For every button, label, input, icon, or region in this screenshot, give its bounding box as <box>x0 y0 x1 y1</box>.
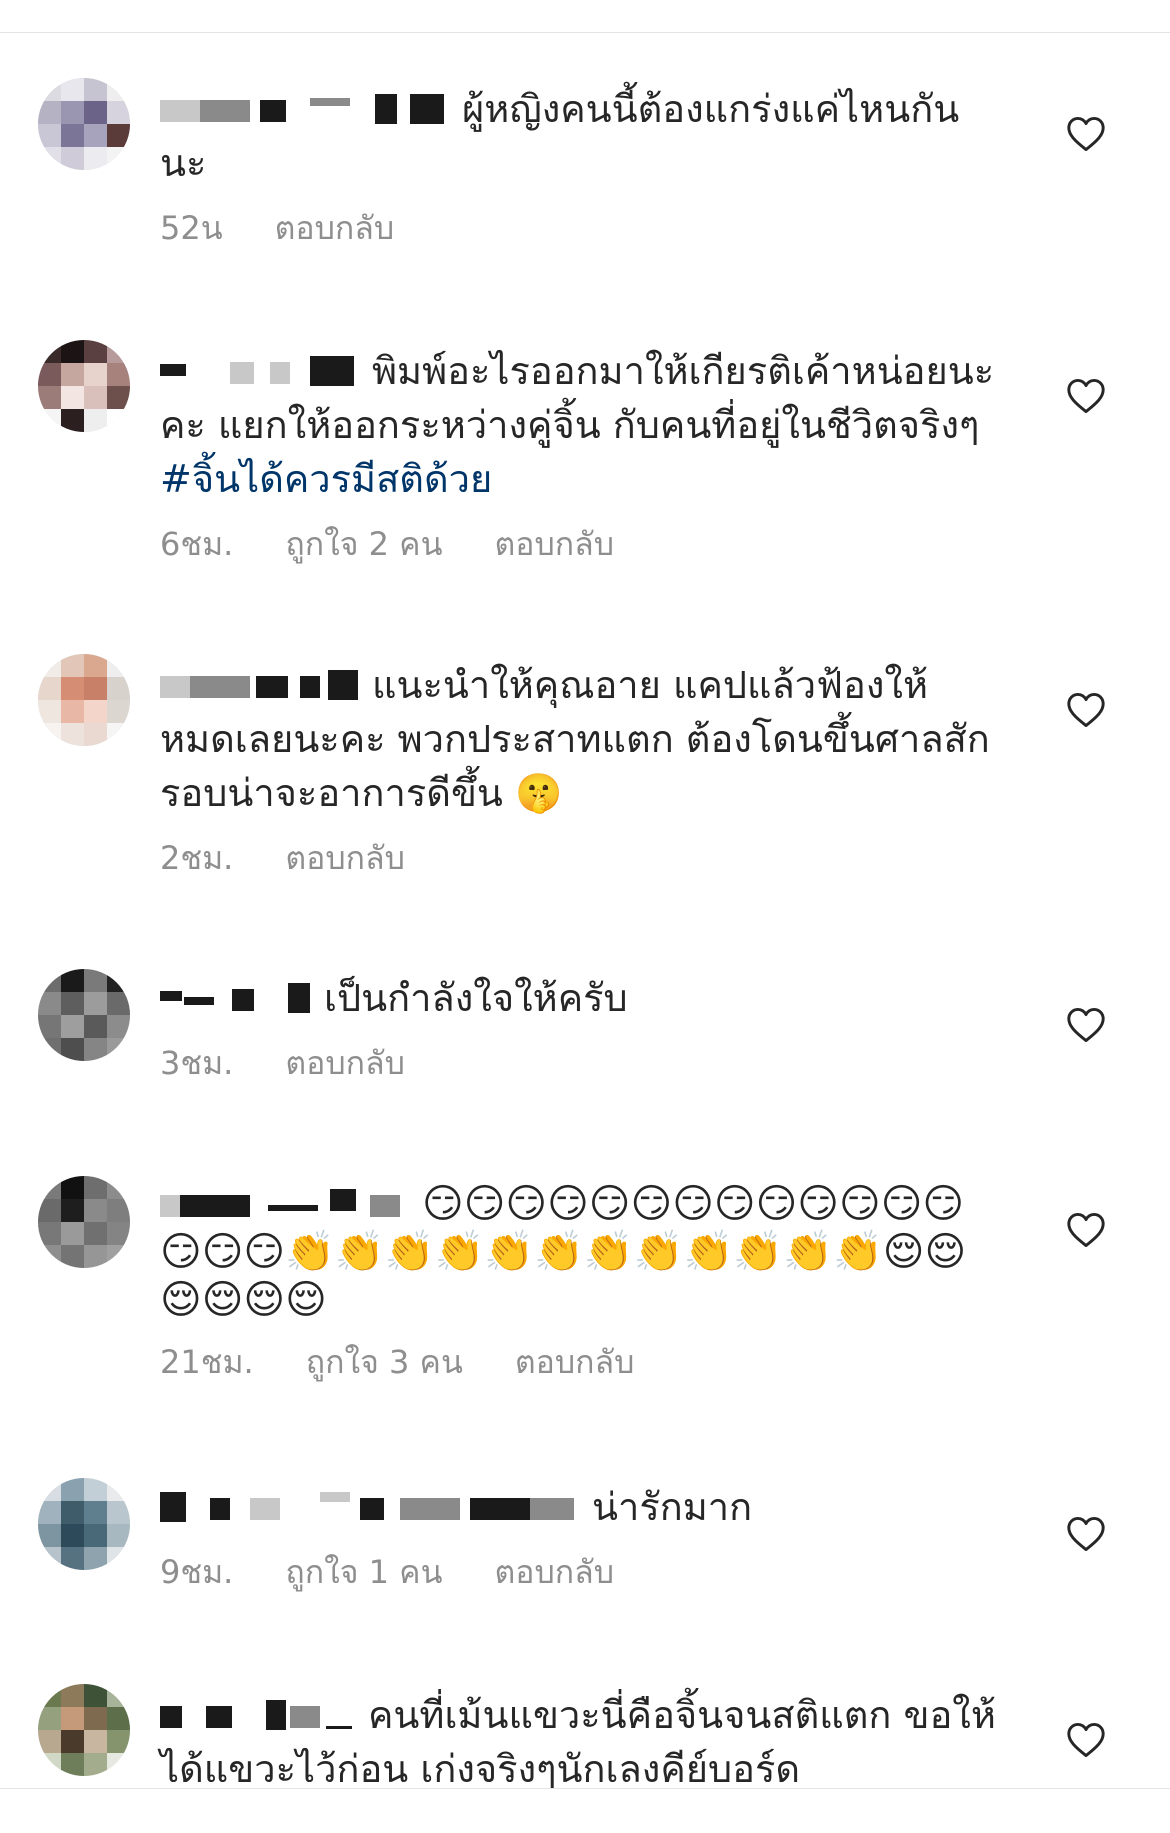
heart-outline-icon[interactable] <box>1066 1722 1106 1758</box>
reply-button[interactable]: ตอบกลับ <box>285 1043 405 1083</box>
comment-time: 9ชม. <box>160 1553 234 1591</box>
comment-text: พิมพ์อะไรออกมาให้เกียรติเค้าหน่อยนะคะ แย… <box>160 349 995 501</box>
username-redacted[interactable] <box>160 356 360 386</box>
heart-outline-icon[interactable] <box>1066 1516 1106 1552</box>
reply-button[interactable]: ตอบกลับ <box>494 1552 614 1592</box>
avatar[interactable] <box>38 969 130 1061</box>
comment-text: เป็นกำลังใจให้ครับ <box>160 971 1000 1025</box>
likes-count[interactable]: ถูกใจ 2 คน <box>285 524 442 564</box>
likes-count[interactable]: ถูกใจ 3 คน <box>306 1342 463 1382</box>
comment-text: น่ารักมาก <box>160 1480 1000 1534</box>
comment-meta: 21ชม. ถูกใจ 3 คน ตอบกลับ <box>160 1342 1000 1382</box>
comment-text: 😏😏😏😏😏😏😏😏😏😏😏😏😏😏😏😏👏👏👏👏👏👏👏👏👏👏👏👏😌😌😌😌😌😌 <box>160 1181 967 1323</box>
comment-meta: 9ชม. ถูกใจ 1 คน ตอบกลับ <box>160 1552 1000 1592</box>
bottom-divider <box>0 1788 1170 1789</box>
comment-time: 6ชม. <box>160 525 234 563</box>
top-divider <box>0 32 1170 33</box>
comment-time: 52น <box>160 209 223 247</box>
username-redacted[interactable] <box>160 94 450 124</box>
comment-time: 2ชม. <box>160 839 234 877</box>
username-redacted[interactable] <box>160 670 360 700</box>
avatar[interactable] <box>38 1176 130 1268</box>
reply-button[interactable]: ตอบกลับ <box>494 524 614 564</box>
comment-meta: 52น ตอบกลับ <box>160 208 1000 248</box>
comments-page: ผู้หญิงคนนี้ต้องแกร่งแค่ไหนกันนะ 52น ตอบ… <box>0 0 1170 1833</box>
username-redacted[interactable] <box>160 983 312 1013</box>
username-redacted[interactable] <box>160 1700 356 1730</box>
avatar[interactable] <box>38 1478 130 1570</box>
heart-outline-icon[interactable] <box>1066 1007 1106 1043</box>
heart-outline-icon[interactable] <box>1066 378 1106 414</box>
comment-time: 3ชม. <box>160 1044 234 1082</box>
avatar[interactable] <box>38 340 130 432</box>
reply-button[interactable]: ตอบกลับ <box>285 838 405 878</box>
comment-text: ผู้หญิงคนนี้ต้องแกร่งแค่ไหนกันนะ <box>160 87 960 185</box>
avatar[interactable] <box>38 78 130 170</box>
avatar[interactable] <box>38 654 130 746</box>
reply-button[interactable]: ตอบกลับ <box>275 208 395 248</box>
comment-text: แนะนำให้คุณอาย แคปแล้วฟ้องให้หมดเลยนะคะ … <box>160 663 990 815</box>
comment-time: 21ชม. <box>160 1343 254 1381</box>
comment-meta: 3ชม. ตอบกลับ <box>160 1043 1000 1083</box>
avatar[interactable] <box>38 1684 130 1776</box>
comment-meta: 2ชม. ตอบกลับ <box>160 838 1000 878</box>
likes-count[interactable]: ถูกใจ 1 คน <box>285 1552 442 1592</box>
comment-text: คนที่เม้นแขวะนี่คือจิ้นจนสติแตก ขอให้ได้… <box>160 1693 996 1791</box>
comment-meta: 6ชม. ถูกใจ 2 คน ตอบกลับ <box>160 524 1000 564</box>
heart-outline-icon[interactable] <box>1066 692 1106 728</box>
reply-button[interactable]: ตอบกลับ <box>515 1342 635 1382</box>
heart-outline-icon[interactable] <box>1066 1212 1106 1248</box>
username-redacted[interactable] <box>160 1492 580 1522</box>
heart-outline-icon[interactable] <box>1066 116 1106 152</box>
username-redacted[interactable] <box>160 1189 410 1219</box>
hashtag-link[interactable]: #จิ้นได้ควรมีสติด้วย <box>160 457 492 501</box>
